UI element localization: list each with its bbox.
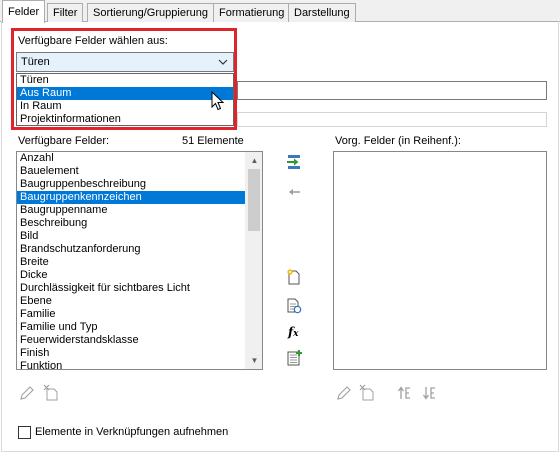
edit-parameter-icon	[20, 386, 34, 400]
list-item[interactable]: Finish	[17, 347, 262, 360]
edit-scheduled-parameter-icon	[337, 386, 351, 400]
new-parameter-icon[interactable]	[285, 268, 303, 286]
scroll-up-arrow-icon[interactable]: ▲	[246, 152, 262, 169]
tab-darstellung[interactable]: Darstellung	[288, 3, 356, 22]
move-down-icon	[422, 387, 435, 400]
category-combo-value: Türen	[21, 56, 50, 68]
delete-parameter-icon	[43, 384, 58, 401]
scroll-down-arrow-icon[interactable]: ▼	[246, 352, 262, 369]
list-item[interactable]: Familie	[17, 308, 262, 321]
dropdown-option[interactable]: In Raum	[17, 100, 233, 113]
tab-sortierung[interactable]: Sortierung/Gruppierung	[87, 3, 214, 22]
tab-felder[interactable]: Felder	[2, 0, 46, 23]
tab-bar: Felder Filter Sortierung/Gruppierung For…	[0, 0, 560, 23]
scheduled-fields-label: Vorg. Felder (in Reihenf.):	[335, 135, 461, 147]
list-item[interactable]: Feuerwiderstandsklasse	[17, 334, 262, 347]
list-item-selected[interactable]: Baugruppenkennzeichen	[17, 191, 262, 204]
list-item[interactable]: Brandschutzanforderung	[17, 243, 262, 256]
category-label: Verfügbare Felder wählen aus:	[18, 35, 168, 47]
list-item[interactable]: Durchlässigkeit für sichtbares Licht	[17, 282, 262, 295]
dropdown-option-selected[interactable]: Aus Raum	[17, 87, 233, 100]
parameter-text-field-disabled	[237, 112, 547, 127]
available-fields-items: Anzahl Bauelement Baugruppenbeschreibung…	[17, 152, 262, 369]
combine-parameters-icon[interactable]	[285, 297, 303, 315]
move-up-icon	[397, 386, 410, 399]
delete-scheduled-parameter-icon	[359, 384, 374, 401]
include-links-checkbox[interactable]	[18, 426, 31, 439]
scheduled-fields-list[interactable]	[333, 151, 547, 370]
list-item[interactable]: Baugruppenname	[17, 204, 262, 217]
mouse-cursor-icon	[211, 91, 225, 111]
list-item[interactable]: Anzahl	[17, 152, 262, 165]
list-item[interactable]: Bauelement	[17, 165, 262, 178]
list-scrollbar[interactable]: ▲ ▼	[245, 152, 262, 369]
list-item[interactable]: Breite	[17, 256, 262, 269]
tab-filter[interactable]: Filter	[47, 3, 84, 22]
formula-icon[interactable]: fx	[288, 323, 306, 341]
tab-formatierung[interactable]: Formatierung	[213, 3, 291, 22]
available-fields-list[interactable]: Anzahl Bauelement Baugruppenbeschreibung…	[16, 151, 263, 370]
add-parameter-icon[interactable]	[285, 153, 303, 171]
include-links-label[interactable]: Elemente in Verknüpfungen aufnehmen	[35, 426, 228, 438]
list-item[interactable]: Dicke	[17, 269, 262, 282]
category-combobox[interactable]: Türen	[16, 52, 234, 72]
parameter-text-field[interactable]	[237, 81, 547, 100]
available-fields-label: Verfügbare Felder:	[18, 135, 110, 147]
category-dropdown-list: Türen Aus Raum In Raum Projektinformatio…	[16, 73, 234, 126]
list-item[interactable]: Familie und Typ	[17, 321, 262, 334]
list-item[interactable]: Baugruppenbeschreibung	[17, 178, 262, 191]
dropdown-option[interactable]: Türen	[17, 74, 233, 87]
list-item[interactable]: Ebene	[17, 295, 262, 308]
list-item[interactable]: Beschreibung	[17, 217, 262, 230]
remove-parameter-icon	[289, 189, 300, 195]
calculated-parameter-icon[interactable]	[285, 349, 303, 367]
list-item[interactable]: Funktion	[17, 360, 262, 369]
element-count: 51 Elemente	[182, 135, 244, 147]
dropdown-option[interactable]: Projektinformationen	[17, 113, 233, 126]
list-item[interactable]: Bild	[17, 230, 262, 243]
scrollbar-thumb[interactable]	[248, 169, 260, 231]
